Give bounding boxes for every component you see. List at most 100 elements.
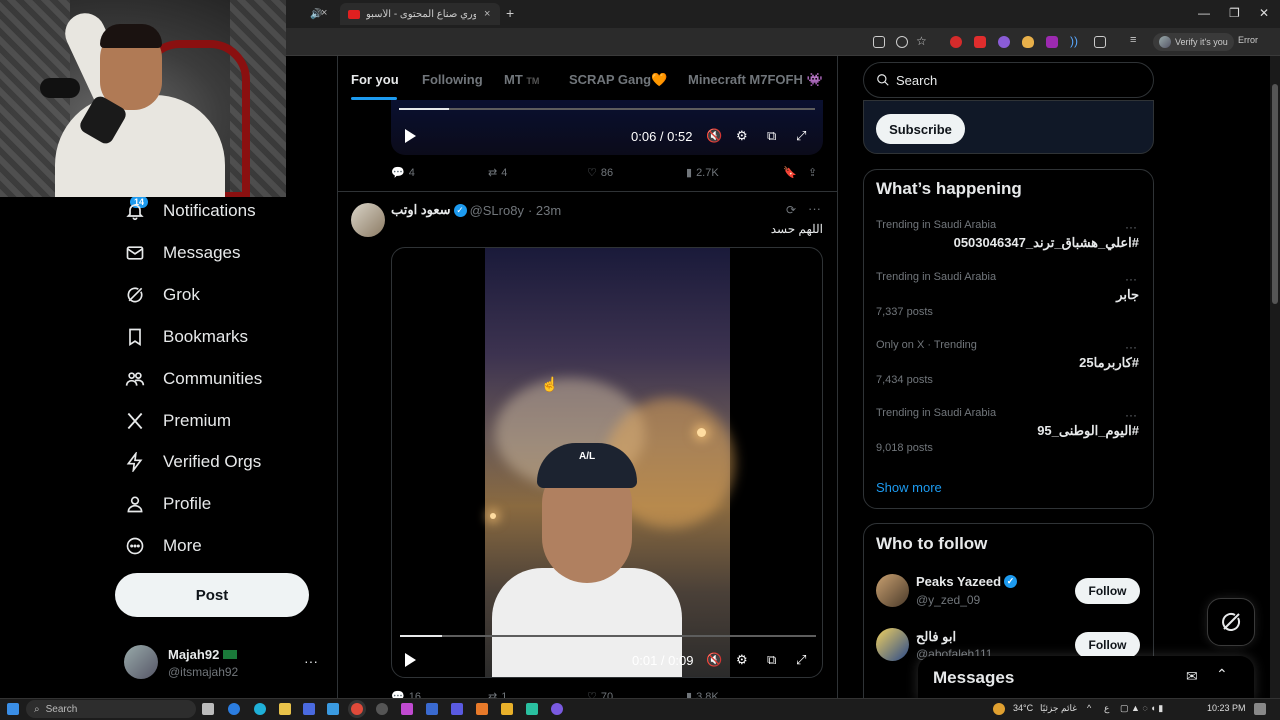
trend-name[interactable]: جابر bbox=[1116, 287, 1139, 303]
search-input[interactable]: Search bbox=[863, 62, 1154, 98]
author-handle[interactable]: @SLro8y bbox=[470, 203, 524, 218]
profile-button[interactable]: Verify it's you bbox=[1153, 33, 1234, 51]
extension-icon[interactable] bbox=[1046, 36, 1058, 48]
edge-icon[interactable] bbox=[254, 703, 266, 715]
settings-icon[interactable]: ⚙ bbox=[736, 128, 748, 144]
extension-icon[interactable] bbox=[998, 36, 1010, 48]
trend-more-icon[interactable]: ··· bbox=[1125, 340, 1137, 354]
sidebar-item-more[interactable]: More bbox=[124, 531, 202, 561]
app-icon[interactable] bbox=[401, 703, 413, 715]
avatar[interactable] bbox=[351, 203, 385, 237]
tab-for-you[interactable]: For you bbox=[351, 72, 399, 87]
app-icon[interactable] bbox=[476, 703, 488, 715]
settings-icon[interactable]: ⚙ bbox=[736, 652, 748, 668]
volume-muted-icon[interactable]: 🔇 bbox=[706, 128, 722, 144]
sidebar-item-notifications[interactable]: Notifications bbox=[124, 196, 256, 226]
clock[interactable]: 10:23 PM bbox=[1207, 703, 1246, 713]
tab-close-icon[interactable]: × bbox=[321, 7, 327, 19]
play-button[interactable] bbox=[403, 652, 417, 668]
video-progress[interactable] bbox=[399, 108, 815, 110]
chevron-up-icon[interactable]: ⌃ bbox=[1216, 666, 1228, 683]
tab-close-icon[interactable]: × bbox=[484, 8, 490, 20]
app-icon[interactable] bbox=[501, 703, 513, 715]
extension-icon[interactable] bbox=[950, 36, 962, 48]
trend-more-icon[interactable]: ··· bbox=[1125, 220, 1137, 234]
windows-start-icon[interactable] bbox=[7, 703, 19, 715]
install-icon[interactable] bbox=[873, 36, 885, 48]
follow-suggestion-handle[interactable]: @y_zed_09 bbox=[916, 593, 980, 607]
pip-icon[interactable]: ⧉ bbox=[767, 652, 776, 668]
app-icon[interactable] bbox=[376, 703, 388, 715]
sidebar-item-premium[interactable]: Premium bbox=[124, 406, 231, 436]
views-button[interactable]: ▮ 2.7K bbox=[686, 166, 719, 180]
messages-drawer[interactable]: Messages ✉ ⌃ bbox=[918, 656, 1254, 700]
store-icon[interactable] bbox=[303, 703, 315, 715]
taskbar-search[interactable]: ⌕ Search bbox=[26, 700, 196, 718]
notification-center-icon[interactable] bbox=[1254, 703, 1266, 715]
fullscreen-icon[interactable]: ⤢ bbox=[796, 652, 806, 668]
account-switcher[interactable]: Majah92 @itsmajah92 ··· bbox=[124, 645, 324, 681]
browser-tab-audio[interactable]: 🔊 bbox=[300, 3, 336, 25]
share-button[interactable]: ⇪ bbox=[808, 166, 817, 179]
extension-icon[interactable]: )) bbox=[1070, 34, 1082, 48]
weather-temp[interactable]: 34°C bbox=[1013, 703, 1033, 713]
sidebar-item-profile[interactable]: Profile bbox=[124, 489, 211, 519]
error-label[interactable]: Error bbox=[1238, 35, 1258, 45]
trend-name[interactable]: #اعلي_هشباق_ترند_0503046347 bbox=[954, 235, 1139, 251]
zoom-icon[interactable] bbox=[896, 36, 908, 48]
new-tab-button[interactable]: + bbox=[506, 5, 514, 21]
grok-floating-button[interactable] bbox=[1207, 598, 1255, 646]
tweet-more-icon[interactable]: ··· bbox=[808, 201, 821, 216]
avatar[interactable] bbox=[876, 628, 909, 661]
app-icon[interactable] bbox=[327, 703, 339, 715]
file-explorer-icon[interactable] bbox=[279, 703, 291, 715]
follow-button[interactable]: Follow bbox=[1075, 578, 1140, 604]
new-message-icon[interactable]: ✉ bbox=[1186, 668, 1198, 685]
sidebar-item-messages[interactable]: Messages bbox=[124, 238, 240, 268]
follow-button[interactable]: Follow bbox=[1075, 632, 1140, 658]
sidebar-item-bookmarks[interactable]: Bookmarks bbox=[124, 322, 248, 352]
star-icon[interactable]: ☆ bbox=[916, 34, 928, 48]
trend-name[interactable]: #كاربرما25 bbox=[1079, 355, 1139, 371]
author-name[interactable]: سعود اوتب bbox=[391, 202, 451, 218]
pip-icon[interactable]: ⧉ bbox=[767, 128, 776, 144]
show-more-link[interactable]: Show more bbox=[876, 480, 942, 495]
grok-explain-icon[interactable]: ⟳ bbox=[786, 203, 796, 217]
task-view-icon[interactable] bbox=[202, 703, 214, 715]
minimize-button[interactable]: — bbox=[1198, 6, 1210, 20]
page-scrollbar[interactable] bbox=[1270, 56, 1280, 698]
tab-mt[interactable]: MT TM bbox=[504, 72, 539, 87]
sidebar-item-grok[interactable]: Grok bbox=[124, 280, 200, 310]
app-icon[interactable] bbox=[451, 703, 463, 715]
play-button[interactable] bbox=[403, 128, 417, 144]
trend-more-icon[interactable]: ··· bbox=[1125, 272, 1137, 286]
repost-button[interactable]: ⇄ 4 bbox=[488, 166, 507, 180]
post-button[interactable]: Post bbox=[115, 573, 309, 617]
app-icon[interactable] bbox=[551, 703, 563, 715]
app-icon[interactable] bbox=[526, 703, 538, 715]
puzzle-icon[interactable] bbox=[1094, 36, 1106, 48]
subscribe-button[interactable]: Subscribe bbox=[876, 114, 965, 144]
follow-suggestion-name[interactable]: ابو فالح bbox=[916, 629, 956, 645]
tweet-time[interactable]: · 23m bbox=[528, 203, 561, 218]
video-progress[interactable] bbox=[400, 635, 816, 637]
maximize-button[interactable]: ❐ bbox=[1229, 6, 1240, 20]
fullscreen-icon[interactable]: ⤢ bbox=[796, 128, 806, 144]
tray-chevron-icon[interactable]: ^ bbox=[1087, 703, 1091, 713]
account-more-icon[interactable]: ··· bbox=[304, 653, 318, 669]
reply-button[interactable]: 💬 4 bbox=[391, 166, 415, 180]
like-button[interactable]: ♡ 86 bbox=[587, 166, 613, 180]
video-player[interactable]: A/L bbox=[391, 247, 823, 678]
sidebar-item-verified-orgs[interactable]: Verified Orgs bbox=[124, 447, 261, 477]
sidebar-item-communities[interactable]: Communities bbox=[124, 364, 262, 394]
tab-following[interactable]: Following bbox=[422, 72, 483, 87]
chrome-icon[interactable] bbox=[351, 703, 363, 715]
language-indicator[interactable]: ع bbox=[1104, 703, 1109, 714]
browser-tab-active[interactable]: دوري صناع المحتوى - الأسبو × bbox=[340, 3, 500, 25]
extension-icon[interactable] bbox=[1022, 36, 1034, 48]
bookmark-button[interactable]: 🔖 bbox=[783, 166, 797, 179]
tab-minecraft[interactable]: Minecraft M7FOFH 👾 bbox=[688, 72, 823, 88]
close-window-button[interactable]: ✕ bbox=[1259, 6, 1269, 20]
avatar[interactable] bbox=[876, 574, 909, 607]
video-player[interactable] bbox=[391, 100, 823, 155]
